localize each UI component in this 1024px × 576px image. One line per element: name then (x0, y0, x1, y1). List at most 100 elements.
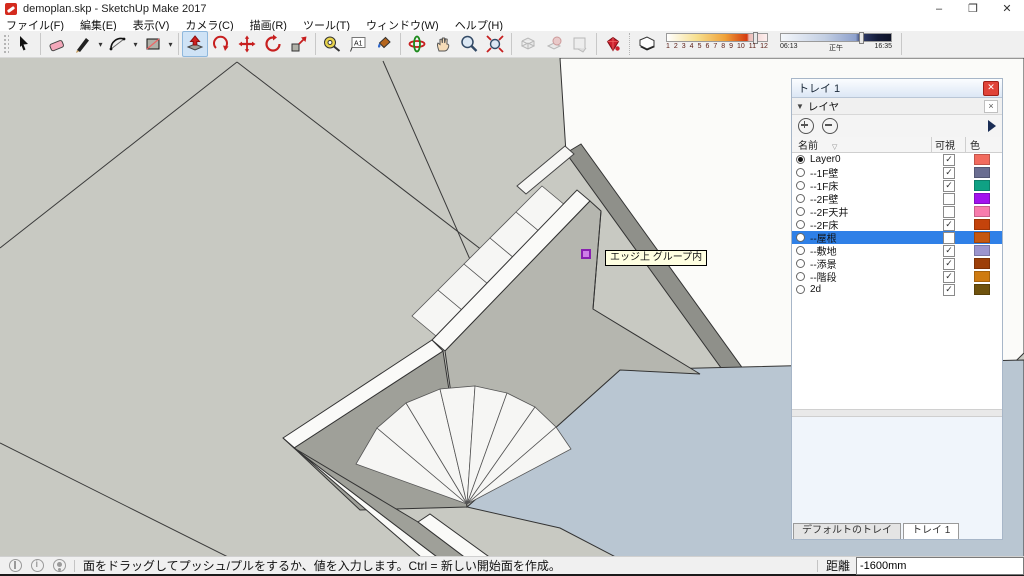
layer-visible-checkbox[interactable] (943, 205, 955, 218)
rectangle-tool-dropdown-icon[interactable]: ▾ (166, 40, 175, 49)
layer-visible-checkbox[interactable] (943, 153, 955, 166)
layers-section-close-icon[interactable]: × (984, 99, 998, 113)
followme-tool-icon[interactable] (208, 31, 234, 57)
orbit-tool-icon[interactable] (404, 31, 430, 57)
component-tool-icon-disabled[interactable] (515, 31, 541, 57)
pushpull-tool-icon[interactable] (182, 31, 208, 57)
layer-visible-checkbox[interactable] (943, 283, 955, 296)
layer-visible-checkbox[interactable] (943, 166, 955, 179)
tray-resize-handle[interactable] (792, 410, 1002, 417)
text-tool-icon[interactable]: A1 (345, 31, 371, 57)
rectangle-tool-icon[interactable] (140, 31, 166, 57)
column-header-color[interactable]: 色 (966, 137, 1002, 152)
shadow-time-slider[interactable]: 06:13 正午 16:35 (780, 32, 892, 55)
status-hint-text: 面をドラッグしてプッシュ/プルをするか、値を入力します。Ctrl = 新しい開始… (83, 559, 561, 573)
ruby-console-icon[interactable] (600, 31, 626, 57)
tab-default-tray[interactable]: デフォルトのトレイ (793, 523, 901, 539)
arc-tool-dropdown-icon[interactable]: ▾ (131, 40, 140, 49)
column-header-name[interactable]: 名前 ▽ (792, 137, 932, 152)
layers-toolbar (792, 115, 1002, 137)
divider (74, 559, 75, 572)
layer-visible-checkbox[interactable] (943, 270, 955, 283)
select-tool-icon[interactable] (11, 31, 37, 57)
layers-section-header[interactable]: ▼ レイヤ × (792, 98, 1002, 115)
arc-tool-icon[interactable] (105, 31, 131, 57)
layer-color-swatch[interactable] (974, 180, 990, 191)
layer-color-swatch[interactable] (974, 154, 990, 165)
tab-tray-1[interactable]: トレイ 1 (903, 523, 960, 539)
sort-icon: ▽ (832, 144, 838, 151)
layer-color-swatch[interactable] (974, 219, 990, 230)
zoom-tool-icon[interactable] (456, 31, 482, 57)
layer-name: Layer0 (810, 154, 841, 165)
tape-measure-tool-icon[interactable] (319, 31, 345, 57)
layer-radio[interactable] (796, 259, 805, 268)
minimize-button[interactable]: – (922, 0, 956, 18)
line-tool-dropdown-icon[interactable]: ▾ (96, 40, 105, 49)
tray-header[interactable]: トレイ 1 ✕ (792, 79, 1002, 98)
layer-visible-checkbox[interactable] (943, 244, 955, 257)
tray-close-icon[interactable]: ✕ (983, 80, 999, 96)
add-layer-button[interactable] (798, 118, 814, 134)
layer-radio[interactable] (796, 181, 805, 190)
remove-layer-button[interactable] (822, 118, 838, 134)
measurement-input[interactable] (856, 556, 1024, 575)
inference-tooltip: エッジ上 グループ内 (605, 250, 708, 266)
column-header-visible[interactable]: 可視 (932, 137, 966, 152)
svg-text:A1: A1 (354, 41, 363, 48)
measurement-label: 距離 (825, 559, 850, 573)
zoom-extents-tool-icon[interactable] (482, 31, 508, 57)
layer-color-swatch[interactable] (974, 232, 990, 243)
layer-radio[interactable] (796, 233, 805, 242)
layer-row[interactable]: 2d (792, 283, 1002, 296)
layer-color-swatch[interactable] (974, 258, 990, 269)
layer-row[interactable]: --階段 (792, 270, 1002, 284)
collapse-caret-icon[interactable]: ▼ (796, 102, 804, 111)
layer-radio[interactable] (796, 155, 805, 164)
pan-tool-icon[interactable] (430, 31, 456, 57)
layer-visible-checkbox[interactable] (943, 257, 955, 270)
tray-empty-area (792, 417, 1002, 523)
menu-bar: ファイル(F) 編集(E) 表示(V) カメラ(C) 描画(R) ツール(T) … (0, 18, 1024, 32)
layer-details-arrow-icon[interactable] (988, 120, 996, 132)
layer-color-swatch[interactable] (974, 206, 990, 217)
tray-panel: トレイ 1 ✕ ▼ レイヤ × 名前▽ 可視 色 Layer0 --1F壁 --… (791, 78, 1003, 540)
layer-radio[interactable] (796, 207, 805, 216)
geolocation-icon[interactable] (9, 559, 22, 572)
layer-color-swatch[interactable] (974, 284, 990, 295)
restore-button[interactable]: ❐ (956, 0, 990, 18)
inference-cursor-icon (581, 249, 591, 259)
layer-radio[interactable] (796, 194, 805, 203)
layer-color-swatch[interactable] (974, 193, 990, 204)
scale-tool-icon[interactable] (286, 31, 312, 57)
layer-visible-checkbox[interactable] (943, 192, 955, 205)
eraser-tool-icon[interactable] (44, 31, 70, 57)
component-options-icon-disabled[interactable] (541, 31, 567, 57)
layer-name: --階段 (810, 273, 837, 284)
layer-radio[interactable] (796, 220, 805, 229)
divider (816, 559, 818, 572)
sign-in-icon[interactable] (53, 559, 66, 572)
credits-icon[interactable] (31, 559, 44, 572)
layer-radio[interactable] (796, 246, 805, 255)
status-bar: 面をドラッグしてプッシュ/プルをするか、値を入力します。Ctrl = 新しい開始… (0, 556, 1024, 576)
layer-radio[interactable] (796, 168, 805, 177)
layer-color-swatch[interactable] (974, 245, 990, 256)
layer-color-swatch[interactable] (974, 167, 990, 178)
rotate-tool-icon[interactable] (260, 31, 286, 57)
paint-bucket-tool-icon[interactable] (371, 31, 397, 57)
close-button[interactable]: ✕ (990, 0, 1024, 18)
layer-visible-checkbox[interactable] (943, 231, 955, 244)
toolbar-grip[interactable] (2, 33, 9, 55)
layer-visible-checkbox[interactable] (943, 218, 955, 231)
component-attributes-icon-disabled[interactable] (567, 31, 593, 57)
line-tool-icon[interactable] (70, 31, 96, 57)
shadows-toggle-icon[interactable] (634, 31, 660, 57)
move-tool-icon[interactable] (234, 31, 260, 57)
time-slider-labels: 06:13 正午 16:35 (780, 43, 892, 52)
layer-radio[interactable] (796, 272, 805, 281)
layer-color-swatch[interactable] (974, 271, 990, 282)
shadow-date-slider[interactable]: 1 2 3 4 5 6 7 8 9 10 11 12 (666, 32, 768, 55)
layer-visible-checkbox[interactable] (943, 179, 955, 192)
layer-radio[interactable] (796, 285, 805, 294)
